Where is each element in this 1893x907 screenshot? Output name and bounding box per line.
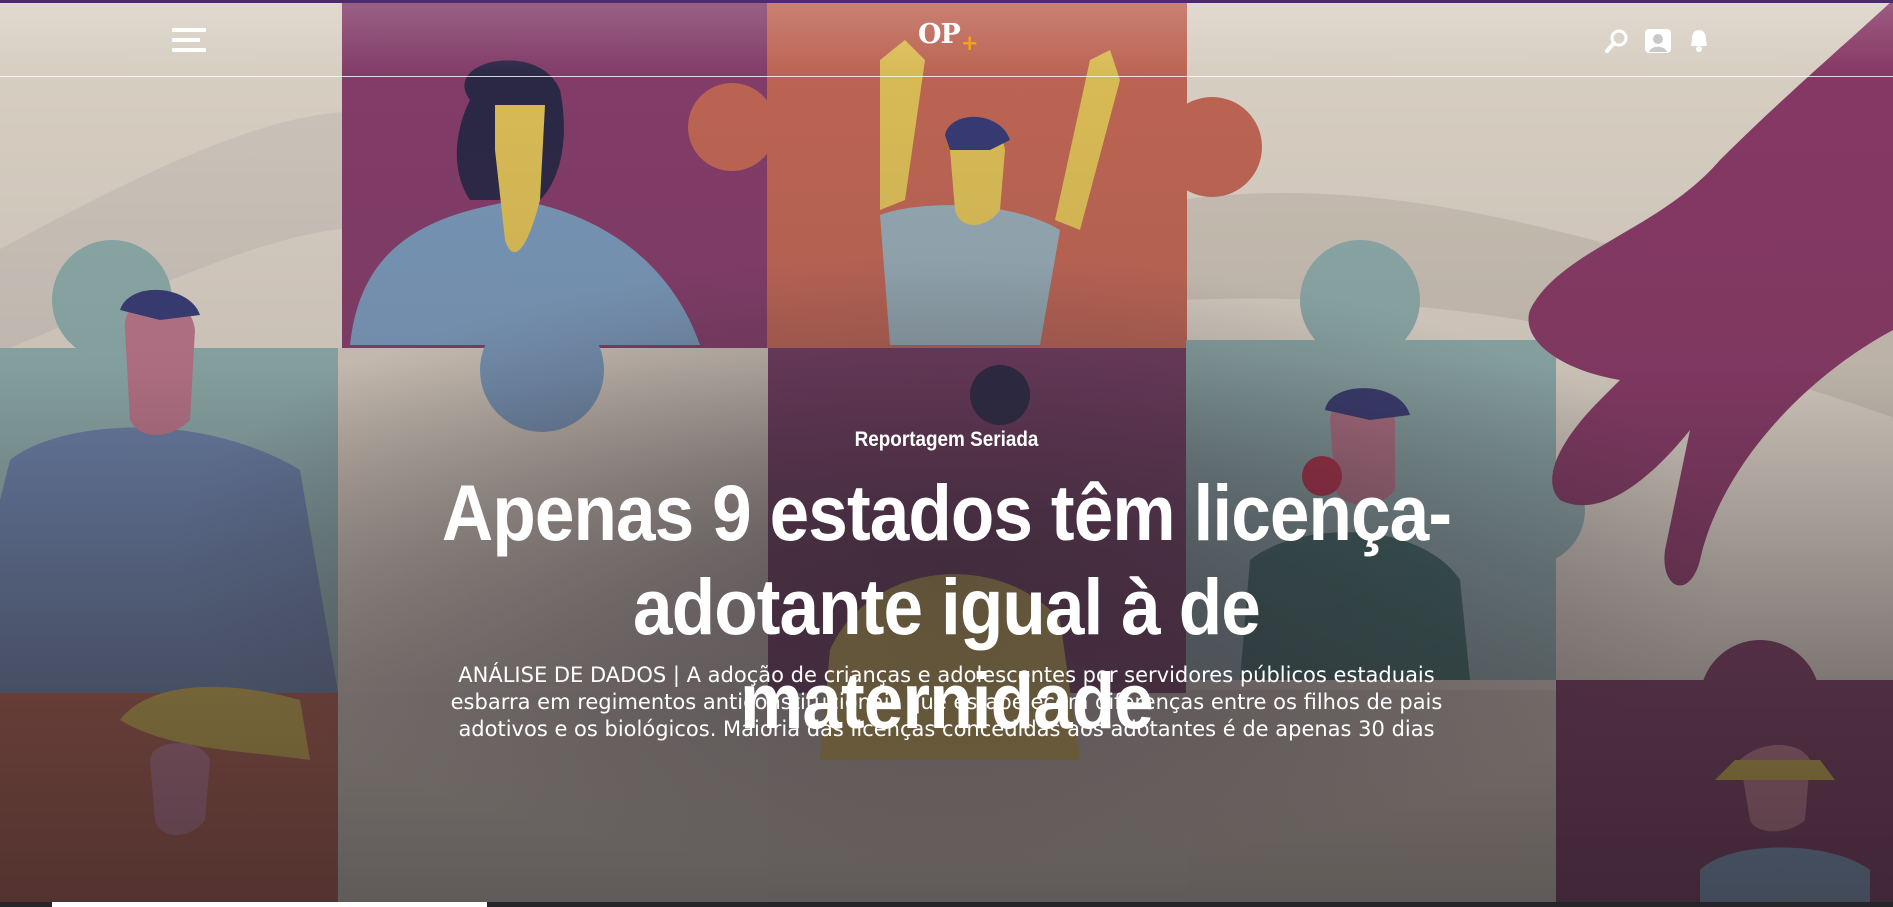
notification-bell-icon [1691,30,1707,52]
hero-overlay [0,0,1893,907]
menu-button[interactable] [172,28,206,54]
notifications-button[interactable] [1685,27,1713,55]
account-button[interactable] [1644,27,1672,55]
article-kicker[interactable]: Reportagem Seriada [95,428,1799,452]
search-button[interactable] [1603,27,1631,55]
hero-illustration [0,0,1893,907]
site-header: OP+ [0,3,1893,77]
article-dek: ANÁLISE DE DADOS | A adoção de crianças … [450,663,1443,741]
reading-progress-fill [52,902,487,907]
logo-text: OP [918,19,961,50]
logo-plus: + [960,31,979,55]
user-avatar-icon [1645,29,1671,53]
hamburger-menu-icon [172,28,206,32]
search-icon [1605,29,1628,53]
site-logo[interactable]: OP+ [918,19,978,55]
